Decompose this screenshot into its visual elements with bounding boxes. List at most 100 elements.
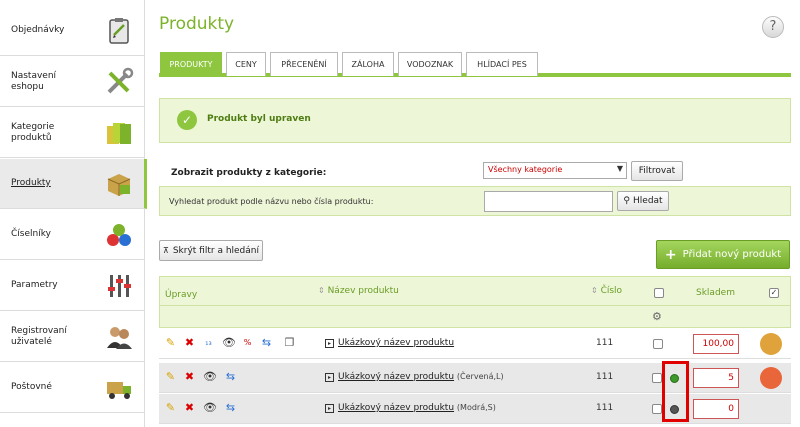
delete-icon[interactable]: ✖ xyxy=(183,401,196,414)
table-subheader: ⚙ xyxy=(159,306,791,328)
sidebar-item-label: Kategorie produktů xyxy=(11,121,55,143)
move-arrows-icon[interactable]: ⇆ xyxy=(224,370,237,383)
sort-icon: ⇕ xyxy=(318,286,325,295)
dropdown-arrow-icon: ▼ xyxy=(616,164,623,173)
table-row: ✎ ✖ 👁 ⇆ ▸ Ukázkový název produktu (Červe… xyxy=(159,363,791,393)
sidebar-item-label: Parametry xyxy=(11,280,58,290)
discount-icon[interactable]: % xyxy=(241,336,254,349)
page-title: Produkty xyxy=(159,14,235,34)
help-icon[interactable]: ? xyxy=(762,16,784,38)
edit-pencil-icon[interactable]: ✎ xyxy=(164,401,177,414)
sort-icon: ⇕ xyxy=(591,286,598,295)
tools-icon xyxy=(107,67,134,94)
row-checkbox[interactable] xyxy=(652,373,662,383)
move-arrows-icon[interactable]: ⇆ xyxy=(224,401,237,414)
checked-checkbox[interactable]: ✓ xyxy=(769,288,779,298)
copy-icon[interactable]: ❐ xyxy=(283,336,296,349)
clipboard-icon xyxy=(109,18,129,44)
table-row: ✎ ✖ 👁 ⇆ ▸ Ukázkový název produktu (Modrá… xyxy=(159,394,791,424)
add-product-label: Přidat nový produkt xyxy=(682,249,782,260)
category-select-value: Všechny kategorie xyxy=(488,165,563,174)
search-button-label: Hledat xyxy=(633,196,663,206)
row-checkbox[interactable] xyxy=(653,339,663,349)
expand-arrow-icon[interactable]: ▸ xyxy=(325,373,334,382)
table-row: ✎ ✖ ₁₃ 👁 % ⇆ ❐ ▸ Ukázkový název produktu… xyxy=(159,329,791,359)
row-checkbox[interactable] xyxy=(652,404,662,414)
tab-bar: PRODUKTY CENY PŘECENĚNÍ ZÁLOHA VODOZNAK … xyxy=(159,51,791,77)
view-eye-icon[interactable]: 👁 xyxy=(222,336,236,349)
product-name-link[interactable]: Ukázkový název produktu xyxy=(338,338,454,348)
filter-button[interactable]: Filtrovat xyxy=(631,161,683,181)
search-label: Vyhledat produkt podle názvu nebo čísla … xyxy=(169,197,374,206)
delete-icon[interactable]: ✖ xyxy=(183,370,196,383)
product-name-cell[interactable]: Ukázkový název produktu xyxy=(338,338,454,348)
sidebar: Objednávky Nastavení eshopu Kategorie pr… xyxy=(0,0,147,427)
product-variant: (Modrá,S) xyxy=(456,403,496,412)
stock-input[interactable]: 5 xyxy=(693,368,739,388)
collapse-icon: ⊼ xyxy=(162,246,169,255)
category-select[interactable]: Všechny kategorie ▼ xyxy=(483,162,627,179)
sidebar-item-users[interactable]: Registrovaní uživatelé xyxy=(0,312,145,362)
sidebar-item-orders[interactable]: Objednávky xyxy=(0,6,145,56)
product-name-cell[interactable]: Ukázkový název produktu (Modrá,S) xyxy=(338,403,496,413)
header-name[interactable]: ⇕ Název produktu xyxy=(318,286,399,296)
edit-pencil-icon[interactable]: ✎ xyxy=(164,370,177,383)
stock-input[interactable]: 0 xyxy=(693,399,739,419)
sliders-icon xyxy=(108,275,131,297)
expand-arrow-icon[interactable]: ▸ xyxy=(325,404,334,413)
sidebar-item-codebooks[interactable]: Číselníky xyxy=(0,210,145,260)
product-name-link[interactable]: Ukázkový název produktu xyxy=(338,403,454,413)
toggle-filter-label: Skrýt filtr a hledání xyxy=(172,245,259,256)
sidebar-item-label: Číselníky xyxy=(11,229,51,239)
expand-arrow-icon[interactable]: ▸ xyxy=(325,339,334,348)
toggle-filter-button[interactable]: ⊼ Skrýt filtr a hledání xyxy=(159,240,263,261)
product-thumbnail xyxy=(760,333,782,355)
edit-pencil-icon[interactable]: ✎ xyxy=(164,336,177,349)
category-filter: Zobrazit produkty z kategorie: Všechny k… xyxy=(159,158,791,185)
box-icon xyxy=(107,174,131,196)
plus-icon: + xyxy=(664,246,677,263)
check-icon: ✓ xyxy=(177,110,197,130)
sidebar-item-label: Produkty xyxy=(11,178,51,188)
stock-input[interactable]: 100,00 xyxy=(693,334,739,354)
numbering-icon[interactable]: ₁₃ xyxy=(202,336,215,349)
header-stock: Skladem xyxy=(696,288,735,298)
sidebar-item-products[interactable]: Produkty xyxy=(0,159,147,209)
move-arrows-icon[interactable]: ⇆ xyxy=(260,336,273,349)
sidebar-item-eshop-settings[interactable]: Nastavení eshopu xyxy=(0,57,145,107)
view-eye-icon[interactable]: 👁 xyxy=(203,401,217,414)
header-number[interactable]: ⇕ Číslo xyxy=(591,286,622,296)
tab-backup[interactable]: ZÁLOHA xyxy=(342,52,394,76)
sidebar-item-label: Registrovaní uživatelé xyxy=(11,325,67,347)
product-number: 111 xyxy=(596,403,614,413)
table-header: Úpravy ⇕ Název produktu ⇕ Číslo Skladem … xyxy=(159,276,791,306)
sidebar-item-shipping[interactable]: Poštovné xyxy=(0,363,145,413)
folders-icon xyxy=(107,123,131,144)
search-row: Vyhledat produkt podle názvu nebo čísla … xyxy=(159,186,791,216)
settings-gear-icon[interactable]: ⚙ xyxy=(652,310,662,323)
select-all-checkbox[interactable] xyxy=(654,288,664,298)
sidebar-item-label: Poštovné xyxy=(11,382,52,392)
product-number: 111 xyxy=(596,338,614,348)
sidebar-item-categories[interactable]: Kategorie produktů xyxy=(0,108,145,158)
truck-icon xyxy=(107,382,131,399)
sidebar-item-parameters[interactable]: Parametry xyxy=(0,261,145,311)
sidebar-item-label: Nastavení eshopu xyxy=(11,70,57,92)
product-name-cell[interactable]: Ukázkový název produktu (Červená,L) xyxy=(338,372,504,382)
search-button[interactable]: ⚲ Hledat xyxy=(617,191,669,211)
view-eye-icon[interactable]: 👁 xyxy=(203,370,217,383)
delete-icon[interactable]: ✖ xyxy=(183,336,196,349)
product-name-link[interactable]: Ukázkový název produktu xyxy=(338,372,454,382)
header-number-label: Číslo xyxy=(600,286,623,296)
tab-watermark[interactable]: VODOZNAK xyxy=(398,52,462,76)
tab-watchdog[interactable]: HLÍDACÍ PES xyxy=(466,52,538,76)
numbers-icon xyxy=(107,224,131,246)
tab-prices[interactable]: CENY xyxy=(226,52,266,76)
highlight-box xyxy=(662,361,689,422)
product-number: 111 xyxy=(596,372,614,382)
tab-products[interactable]: PRODUKTY xyxy=(160,52,222,76)
search-input[interactable] xyxy=(484,191,613,212)
users-icon xyxy=(107,327,132,349)
tab-repricing[interactable]: PŘECENĚNÍ xyxy=(270,52,338,76)
add-product-button[interactable]: + Přidat nový produkt xyxy=(656,240,790,269)
